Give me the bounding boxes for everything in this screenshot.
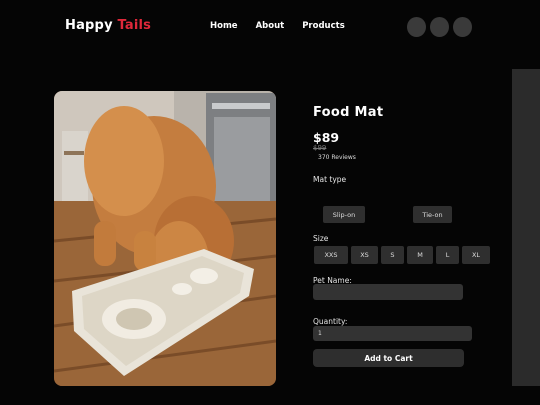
nav-link-products[interactable]: Products (302, 21, 345, 31)
nav-icon-group (407, 17, 472, 37)
mat-type-label: Mat type (313, 175, 347, 184)
product-title: Food Mat (313, 105, 384, 120)
dog-eating-from-food-mat-photo (54, 91, 276, 386)
size-label: Size (313, 234, 329, 243)
nav-link-home[interactable]: Home (210, 21, 238, 31)
size-s-button[interactable]: S (381, 246, 404, 264)
nav-link-about[interactable]: About (256, 21, 285, 31)
nav-links: Home About Products (210, 21, 363, 31)
size-xl-button[interactable]: XL (462, 246, 490, 264)
size-m-button[interactable]: M (407, 246, 433, 264)
size-xs-button[interactable]: XS (351, 246, 378, 264)
review-count[interactable]: 370 Reviews (318, 154, 356, 161)
brand-logo[interactable]: Happy Tails (65, 18, 151, 33)
search-icon[interactable] (430, 17, 449, 37)
product-old-price: $99 (313, 144, 327, 152)
quantity-input[interactable]: 1 (313, 326, 472, 341)
product-image (54, 91, 276, 386)
brand-first-word: Happy (65, 18, 113, 33)
quantity-label: Quantity: (313, 317, 348, 326)
mat-type-slip-on-button[interactable]: Slip-on (323, 206, 365, 223)
quantity-value: 1 (318, 330, 322, 337)
product-price: $89 (313, 130, 340, 145)
size-l-button[interactable]: L (436, 246, 459, 264)
cart-icon[interactable] (453, 17, 472, 37)
user-icon[interactable] (407, 17, 426, 37)
pet-name-input[interactable] (313, 284, 463, 300)
size-xxs-button[interactable]: XXS (314, 246, 348, 264)
side-panel (512, 69, 540, 386)
mat-type-tie-on-button[interactable]: Tie-on (413, 206, 452, 223)
add-to-cart-button[interactable]: Add to Cart (313, 349, 464, 367)
top-nav: Happy Tails Home About Products (0, 0, 540, 54)
brand-second-word: Tails (117, 18, 152, 33)
